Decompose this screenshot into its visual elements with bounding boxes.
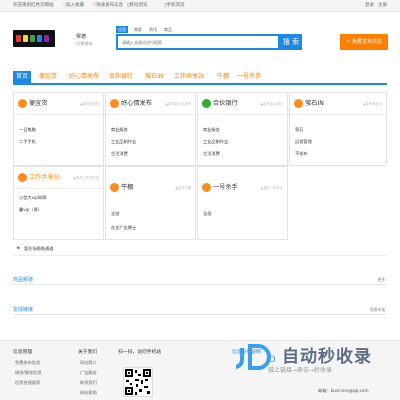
footer-link[interactable]: 网站帮助 [80, 390, 97, 396]
card-item[interactable]: 工业品制作业 [111, 139, 136, 145]
quick-post-link[interactable]: ⚡快速发布信息 [93, 3, 123, 9]
welcome-text: 欢迎来到红色页网站 [13, 3, 54, 8]
briefcase-icon [18, 173, 27, 182]
card-item[interactable]: 生活消费 [203, 151, 220, 157]
card-item[interactable]: 远程管理 [295, 139, 312, 145]
bookmark-link[interactable]: ☆加入收藏 [62, 3, 84, 9]
nav-item-mood[interactable]: 好心情发布 [69, 71, 99, 83]
watermark: JD 自动秒收录 做上链接→来访→秒收录 [232, 338, 392, 383]
footer-col1-title: 信息管理 [13, 350, 33, 355]
watermark-brand: 自动秒收录 [282, 347, 372, 367]
footer-qr-title: 扫一扫，访问手机站 [118, 350, 162, 355]
card-post-link[interactable]: ▲发布便宜货 [80, 101, 99, 106]
section-more-link[interactable]: 更多 [377, 277, 385, 283]
card-post-link[interactable]: ▲发布一号杀手 [261, 185, 283, 190]
friend-links-section: 友情链接 我要申请 [13, 304, 387, 315]
category-card-work-share: 工作共享站 ▲发布工作共享站 小型大vip岗哥 暑vip（哥） [13, 166, 104, 240]
card-title[interactable]: 好心情发布 [121, 99, 152, 108]
card-title[interactable]: 一号杀手 [213, 183, 238, 192]
card-title[interactable]: 工作共享站 [29, 173, 60, 182]
nav-item-cowshed[interactable]: 牛棚 [217, 71, 229, 83]
card-post-link[interactable]: ▲发布合伙银行 [261, 101, 283, 106]
category-card-partner-bank: 合伙银行 ▲发布合伙银行 商业服务 工业品制作业 生活消费 [197, 92, 288, 166]
section-title[interactable]: 商品频道 [13, 276, 33, 283]
nav-item-partner-bank[interactable]: 合伙银行 [109, 71, 133, 83]
post-free-button[interactable]: ✎ 免费发布信息 [340, 34, 388, 50]
search-tab-info[interactable]: 信息 [116, 26, 128, 33]
card-item[interactable]: 一日电脑 [19, 127, 36, 133]
card-post-link[interactable]: ▲发布工作共享站 [73, 175, 99, 180]
main-nav: 首页 便宜货 好心情发布 合伙银行 萤石IN 工作共享站 牛棚 一号杀手 [13, 71, 387, 85]
card-item[interactable]: 萤石 [295, 127, 303, 133]
watermark-subtitle: 做上链接→来访→秒收录 [268, 367, 333, 374]
card-item[interactable]: 生活消费 [111, 151, 128, 157]
card-title[interactable]: 牛棚 [121, 183, 133, 192]
section-title[interactable]: 友情链接 [13, 306, 33, 313]
card-item[interactable]: 商业服务 [111, 127, 128, 133]
footer-col2-title: 关于我们 [78, 350, 98, 355]
nav-item-home[interactable]: 首页 [13, 71, 32, 83]
svg-text:JD: JD [265, 355, 276, 365]
category-card-mood: 好心情发布 ▲发布好心情发布 商业服务 工业品制作业 生活消费 [105, 92, 196, 166]
umbrella-icon [202, 183, 211, 192]
card-item[interactable]: 全部 [111, 211, 119, 217]
handshake-icon [202, 99, 211, 108]
footer-link[interactable]: 修改/删除信息 [15, 370, 42, 376]
qr-code [123, 367, 153, 397]
search-input[interactable] [118, 36, 278, 48]
card-item[interactable]: 不发布 [295, 151, 308, 157]
footer-link[interactable]: 广告服务 [80, 370, 97, 376]
category-card-killer: 一号杀手 ▲发布一号杀手 全部 [197, 166, 288, 240]
card-post-link[interactable]: ▲发布萤石IN [363, 101, 382, 106]
current-city: 常德 [76, 34, 87, 40]
category-card-fluorite: 萤石IN ▲发布萤石IN 萤石 远程管理 不发布 [289, 92, 387, 166]
footer-link[interactable]: 联系我们 [80, 380, 97, 386]
footer-link[interactable]: 免费发布信息 [15, 360, 40, 366]
card-item[interactable]: 暑vip（哥） [19, 207, 42, 213]
nav-item-work-share[interactable]: 工作共享站 [174, 71, 204, 83]
card-title[interactable]: 便宜货 [29, 99, 48, 108]
card-post-link[interactable]: ▲发布牛棚 [175, 185, 191, 190]
umbrella-icon [110, 183, 119, 192]
register-link[interactable]: 注册 [378, 3, 387, 9]
switch-city-link[interactable]: 切换城市 [76, 41, 93, 47]
card-item[interactable]: 在艺广告牌士 [111, 225, 136, 231]
card-item[interactable]: 工业品制作业 [203, 139, 228, 145]
nav-item-killer[interactable]: 一号杀手 [237, 71, 261, 83]
card-title[interactable]: 合伙银行 [213, 99, 238, 108]
goods-channel-section: 商品频道 更多 [13, 274, 387, 285]
heart-icon [110, 99, 119, 108]
section-more-link[interactable]: 我要申请 [370, 307, 385, 313]
search-tab-goods[interactable]: 商品 [162, 26, 174, 33]
nav-item-cheap[interactable]: 便宜货 [39, 71, 57, 83]
footer-email[interactable]: 邮箱：business@qq.com [318, 388, 369, 394]
footer-link[interactable]: 信息快速搜索 [15, 380, 40, 386]
search-box [116, 34, 280, 50]
category-card-cheap: 便宜货 ▲发布便宜货 一日电脑 二手手机 [13, 92, 104, 166]
card-title[interactable]: 萤石IN [305, 99, 324, 108]
site-logo[interactable] [13, 30, 55, 47]
tag-icon [18, 99, 27, 108]
nav-item-fluorite[interactable]: 萤石IN [145, 71, 163, 83]
card-item[interactable]: 二手手机 [19, 139, 36, 145]
category-card-cowshed: 牛棚 ▲发布牛棚 全部 在艺广告牌士 [105, 166, 196, 240]
card-post-link[interactable]: ▲发布好心情发布 [165, 101, 191, 106]
card-item[interactable]: 小型大vip岗哥 [19, 195, 46, 201]
notice-bar: ⚑ 暂住场稳稳通道 [13, 242, 387, 256]
gem-icon [294, 99, 303, 108]
mobile-browse-link[interactable]: ▯手机浏览 [164, 3, 184, 9]
mobile-view-link[interactable]: ▯移动浏览 [127, 3, 147, 9]
search-tab-merchant[interactable]: 商家 [132, 26, 144, 33]
card-item[interactable]: 全部 [203, 211, 211, 217]
search-button[interactable]: 搜 索 [280, 34, 302, 50]
flag-icon: ⚑ [16, 246, 21, 252]
search-tab-news[interactable]: 资讯 [147, 26, 159, 33]
edit-icon: ✎ [346, 39, 351, 45]
footer-link[interactable]: 网站简介 [80, 360, 97, 366]
card-item[interactable]: 商业服务 [203, 127, 220, 133]
notice-text[interactable]: 暂住场稳稳通道 [24, 246, 53, 252]
top-bar: 欢迎来到红色页网站 ☆加入收藏 ⚡快速发布信息 ▯移动浏览 ▯手机浏览 登录 注… [0, 0, 400, 12]
login-link[interactable]: 登录 [365, 3, 374, 9]
